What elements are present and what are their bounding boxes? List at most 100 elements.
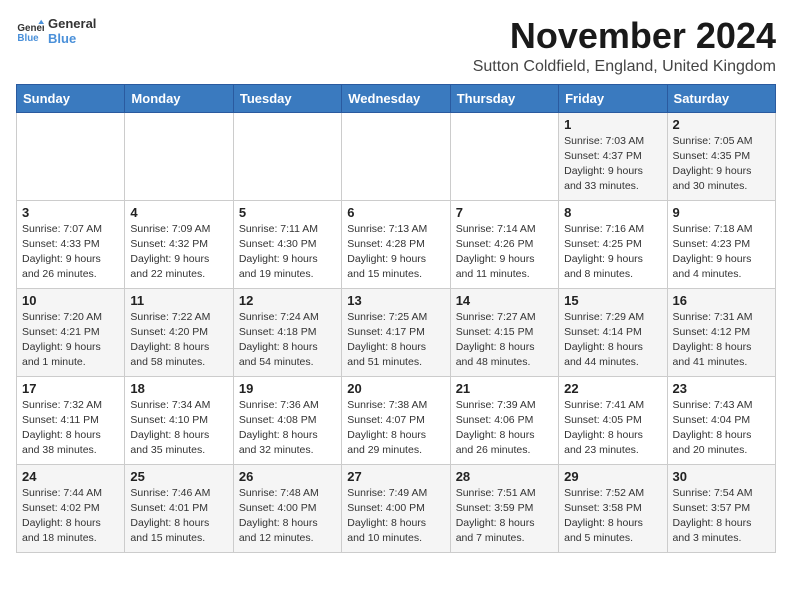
day-info: Sunrise: 7:20 AM Sunset: 4:21 PM Dayligh… (22, 310, 119, 371)
day-cell (342, 112, 450, 200)
week-row-1: 1Sunrise: 7:03 AM Sunset: 4:37 PM Daylig… (17, 112, 776, 200)
day-cell (17, 112, 125, 200)
day-cell: 4Sunrise: 7:09 AM Sunset: 4:32 PM Daylig… (125, 200, 233, 288)
day-cell: 19 Sunrise: 7:36 AM Sunset: 4:08 PM Dayli… (233, 376, 341, 464)
week-row-2: 3Sunrise: 7:07 AM Sunset: 4:33 PM Daylig… (17, 200, 776, 288)
day-info: Sunrise: 7:05 AM Sunset: 4:35 PM Dayligh… (673, 134, 770, 195)
day-info: Sunrise: 7:32 AM Sunset: 4:11 PM Dayligh… (22, 398, 119, 459)
day-info: Sunrise: 7:27 AM Sunset: 4:15 PM Dayligh… (456, 310, 553, 371)
day-info: Sunrise: 7:52 AM Sunset: 3:58 PM Dayligh… (564, 486, 661, 547)
day-info: Sunrise: 7:09 AM Sunset: 4:32 PM Dayligh… (130, 222, 227, 283)
day-number: 25 (130, 469, 227, 484)
day-number: 11 (130, 293, 227, 308)
day-cell: 20 Sunrise: 7:38 AM Sunset: 4:07 PM Dayli… (342, 376, 450, 464)
day-cell (450, 112, 558, 200)
day-number: 29 (564, 469, 661, 484)
day-number: 1 (564, 117, 661, 132)
day-cell: 6Sunrise: 7:13 AM Sunset: 4:28 PM Daylig… (342, 200, 450, 288)
day-info: Sunrise: 7:36 AM Sunset: 4:08 PM Dayligh… (239, 398, 336, 459)
day-info: Sunrise: 7:22 AM Sunset: 4:20 PM Dayligh… (130, 310, 227, 371)
day-cell: 24 Sunrise: 7:44 AM Sunset: 4:02 PM Dayli… (17, 464, 125, 552)
day-number: 21 (456, 381, 553, 396)
day-number: 7 (456, 205, 553, 220)
day-number: 10 (22, 293, 119, 308)
day-number: 9 (673, 205, 770, 220)
column-header-sunday: Sunday (17, 84, 125, 112)
day-number: 18 (130, 381, 227, 396)
logo-general: General (48, 16, 96, 31)
calendar-header: SundayMondayTuesdayWednesdayThursdayFrid… (17, 84, 776, 112)
day-cell: 30Sunrise: 7:54 AM Sunset: 3:57 PM Dayli… (667, 464, 775, 552)
day-cell: 11 Sunrise: 7:22 AM Sunset: 4:20 PM Dayli… (125, 288, 233, 376)
week-row-4: 17 Sunrise: 7:32 AM Sunset: 4:11 PM Dayli… (17, 376, 776, 464)
day-number: 16 (673, 293, 770, 308)
day-info: Sunrise: 7:11 AM Sunset: 4:30 PM Dayligh… (239, 222, 336, 283)
week-row-3: 10 Sunrise: 7:20 AM Sunset: 4:21 PM Dayli… (17, 288, 776, 376)
day-number: 30 (673, 469, 770, 484)
day-number: 20 (347, 381, 444, 396)
day-number: 8 (564, 205, 661, 220)
column-header-tuesday: Tuesday (233, 84, 341, 112)
column-header-monday: Monday (125, 84, 233, 112)
day-cell: 25 Sunrise: 7:46 AM Sunset: 4:01 PM Dayli… (125, 464, 233, 552)
day-info: Sunrise: 7:34 AM Sunset: 4:10 PM Dayligh… (130, 398, 227, 459)
day-number: 12 (239, 293, 336, 308)
day-info: Sunrise: 7:38 AM Sunset: 4:07 PM Dayligh… (347, 398, 444, 459)
day-number: 28 (456, 469, 553, 484)
day-cell: 8 Sunrise: 7:16 AM Sunset: 4:25 PM Daylig… (559, 200, 667, 288)
day-cell (233, 112, 341, 200)
day-cell: 13 Sunrise: 7:25 AM Sunset: 4:17 PM Dayli… (342, 288, 450, 376)
day-cell: 18 Sunrise: 7:34 AM Sunset: 4:10 PM Dayli… (125, 376, 233, 464)
logo-blue: Blue (48, 31, 96, 46)
calendar-table: SundayMondayTuesdayWednesdayThursdayFrid… (16, 84, 776, 553)
day-number: 5 (239, 205, 336, 220)
day-info: Sunrise: 7:51 AM Sunset: 3:59 PM Dayligh… (456, 486, 553, 547)
day-info: Sunrise: 7:16 AM Sunset: 4:25 PM Dayligh… (564, 222, 661, 283)
day-cell: 2 Sunrise: 7:05 AM Sunset: 4:35 PM Daylig… (667, 112, 775, 200)
day-info: Sunrise: 7:44 AM Sunset: 4:02 PM Dayligh… (22, 486, 119, 547)
day-cell: 21 Sunrise: 7:39 AM Sunset: 4:06 PM Dayli… (450, 376, 558, 464)
day-info: Sunrise: 7:25 AM Sunset: 4:17 PM Dayligh… (347, 310, 444, 371)
day-number: 22 (564, 381, 661, 396)
day-cell: 15Sunrise: 7:29 AM Sunset: 4:14 PM Dayli… (559, 288, 667, 376)
column-header-friday: Friday (559, 84, 667, 112)
day-number: 13 (347, 293, 444, 308)
day-number: 26 (239, 469, 336, 484)
day-info: Sunrise: 7:07 AM Sunset: 4:33 PM Dayligh… (22, 222, 119, 283)
svg-text:Blue: Blue (17, 33, 39, 44)
day-number: 27 (347, 469, 444, 484)
day-info: Sunrise: 7:46 AM Sunset: 4:01 PM Dayligh… (130, 486, 227, 547)
location-title: Sutton Coldfield, England, United Kingdo… (473, 58, 776, 76)
day-number: 14 (456, 293, 553, 308)
day-info: Sunrise: 7:31 AM Sunset: 4:12 PM Dayligh… (673, 310, 770, 371)
day-cell: 14 Sunrise: 7:27 AM Sunset: 4:15 PM Dayli… (450, 288, 558, 376)
day-info: Sunrise: 7:43 AM Sunset: 4:04 PM Dayligh… (673, 398, 770, 459)
day-cell: 27Sunrise: 7:49 AM Sunset: 4:00 PM Dayli… (342, 464, 450, 552)
day-info: Sunrise: 7:24 AM Sunset: 4:18 PM Dayligh… (239, 310, 336, 371)
day-number: 24 (22, 469, 119, 484)
day-cell: 28 Sunrise: 7:51 AM Sunset: 3:59 PM Dayli… (450, 464, 558, 552)
header-row: SundayMondayTuesdayWednesdayThursdayFrid… (17, 84, 776, 112)
day-number: 17 (22, 381, 119, 396)
column-header-thursday: Thursday (450, 84, 558, 112)
column-header-saturday: Saturday (667, 84, 775, 112)
day-number: 2 (673, 117, 770, 132)
day-cell: 12 Sunrise: 7:24 AM Sunset: 4:18 PM Dayli… (233, 288, 341, 376)
column-header-wednesday: Wednesday (342, 84, 450, 112)
day-number: 23 (673, 381, 770, 396)
day-cell: 23 Sunrise: 7:43 AM Sunset: 4:04 PM Dayli… (667, 376, 775, 464)
logo: General Blue General Blue (16, 16, 96, 46)
day-cell: 16 Sunrise: 7:31 AM Sunset: 4:12 PM Dayli… (667, 288, 775, 376)
header: General Blue General Blue November 2024 … (16, 16, 776, 76)
title-block: November 2024 Sutton Coldfield, England,… (473, 16, 776, 76)
day-cell: 1Sunrise: 7:03 AM Sunset: 4:37 PM Daylig… (559, 112, 667, 200)
day-info: Sunrise: 7:41 AM Sunset: 4:05 PM Dayligh… (564, 398, 661, 459)
day-number: 19 (239, 381, 336, 396)
day-cell: 3Sunrise: 7:07 AM Sunset: 4:33 PM Daylig… (17, 200, 125, 288)
day-cell: 29 Sunrise: 7:52 AM Sunset: 3:58 PM Dayli… (559, 464, 667, 552)
day-info: Sunrise: 7:39 AM Sunset: 4:06 PM Dayligh… (456, 398, 553, 459)
day-cell (125, 112, 233, 200)
day-cell: 22 Sunrise: 7:41 AM Sunset: 4:05 PM Dayli… (559, 376, 667, 464)
logo-icon: General Blue (16, 17, 44, 45)
calendar-body: 1Sunrise: 7:03 AM Sunset: 4:37 PM Daylig… (17, 112, 776, 552)
